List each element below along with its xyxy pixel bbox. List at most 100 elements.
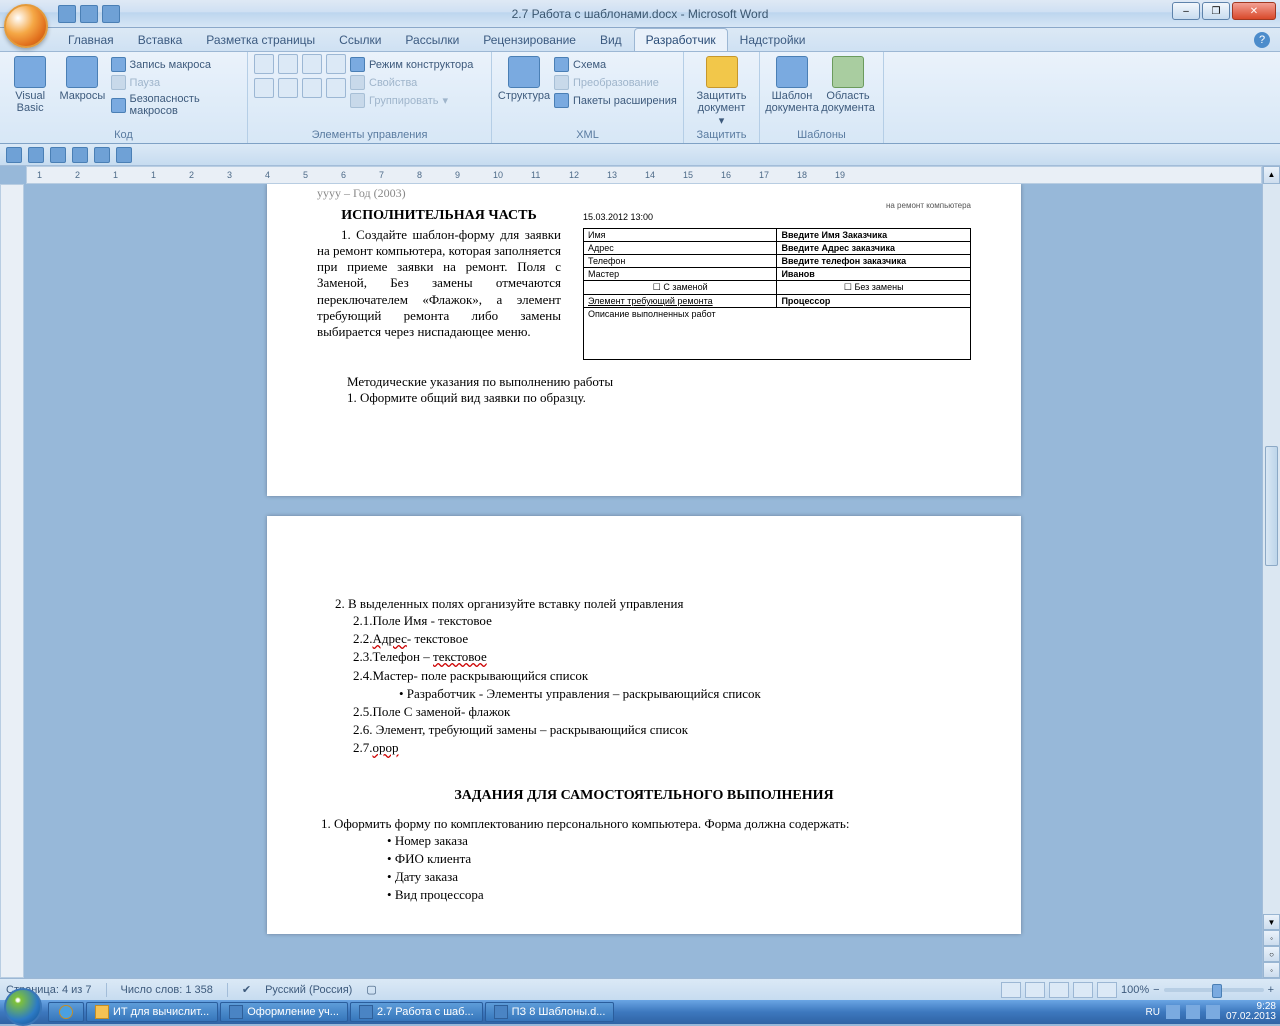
yyyy-line: yyyy – Год (2003) <box>317 184 971 201</box>
full-screen-view-icon[interactable] <box>1025 982 1045 998</box>
qat-save-icon[interactable] <box>58 5 76 23</box>
bullet-item: • Номер заказа <box>387 832 971 850</box>
system-tray: RU 9:2807.02.2013 <box>1145 1002 1276 1023</box>
horizontal-ruler[interactable]: 12112345678910111213141516171819 <box>26 166 1262 184</box>
tray-language[interactable]: RU <box>1145 1007 1159 1018</box>
macros-button[interactable]: Макросы <box>58 54 106 102</box>
tab-page-layout[interactable]: Разметка страницы <box>194 28 327 51</box>
zoom-slider[interactable] <box>1164 988 1264 992</box>
list-item: 2.4.Мастер- поле раскрывающийся список <box>353 667 971 685</box>
scroll-thumb[interactable] <box>1265 446 1278 566</box>
scroll-down-icon[interactable]: ▼ <box>1263 914 1280 930</box>
method-heading: Методические указания по выполнению рабо… <box>347 374 971 390</box>
tray-clock[interactable]: 9:2807.02.2013 <box>1226 1002 1276 1023</box>
form-sample: на ремонт компьютера 15.03.2012 13:00 Им… <box>583 201 971 360</box>
expansion-packs-button[interactable]: Пакеты расширения <box>554 92 677 109</box>
more-icon[interactable] <box>94 147 110 163</box>
group-button: Группировать ▾ <box>350 92 473 109</box>
tab-home[interactable]: Главная <box>56 28 126 51</box>
tab-mailings[interactable]: Рассылки <box>393 28 471 51</box>
status-language[interactable]: Русский (Россия) <box>265 984 352 996</box>
web-layout-view-icon[interactable] <box>1049 982 1069 998</box>
protect-document-button[interactable]: Защитить документ ▾ <box>690 54 753 127</box>
zoom-in-icon[interactable]: + <box>1268 984 1274 996</box>
title-bar: 2.7 Работа с шаблонами.docx - Microsoft … <box>0 0 1280 28</box>
group-code-label: Код <box>6 127 241 143</box>
zoom-out-icon[interactable]: − <box>1153 984 1159 996</box>
page-canvas[interactable]: yyyy – Год (2003) ИСПОЛНИТЕЛЬНАЯ ЧАСТЬ 1… <box>26 184 1262 978</box>
group-xml-label: XML <box>498 127 677 143</box>
list-item: 2.7.орор <box>353 739 971 757</box>
qat-redo-icon[interactable] <box>102 5 120 23</box>
save-icon[interactable] <box>6 147 22 163</box>
tab-addins[interactable]: Надстройки <box>728 28 818 51</box>
ribbon-tabs: Главная Вставка Разметка страницы Ссылки… <box>0 28 1280 52</box>
paragraph-task1: 1. Создайте шаблон-форму для заявки на р… <box>317 227 561 341</box>
taskbar-item[interactable]: ИТ для вычислит... <box>86 1002 218 1022</box>
vertical-ruler[interactable] <box>0 184 24 978</box>
draft-view-icon[interactable] <box>1097 982 1117 998</box>
document-area: ⌐ 12112345678910111213141516171819 yyyy … <box>0 166 1262 978</box>
tab-review[interactable]: Рецензирование <box>471 28 588 51</box>
next-page-icon[interactable]: ◦ <box>1263 962 1280 978</box>
tab-references[interactable]: Ссылки <box>327 28 393 51</box>
taskbar-item[interactable]: 2.7 Работа с шаб... <box>350 1002 483 1022</box>
taskbar-item[interactable]: Оформление уч... <box>220 1002 348 1022</box>
close-button[interactable]: ✕ <box>1232 2 1276 20</box>
redo-icon[interactable] <box>50 147 66 163</box>
group-protect-label: Защитить <box>690 127 753 143</box>
tray-volume-icon[interactable] <box>1206 1005 1220 1019</box>
transform-button: Преобразование <box>554 74 677 91</box>
record-macro-button[interactable]: Запись макроса <box>111 56 241 73</box>
visual-basic-button[interactable]: Visual Basic <box>6 54 54 114</box>
dropdown-icon[interactable] <box>116 147 132 163</box>
bullet-item: • ФИО клиента <box>387 850 971 868</box>
bullet-item: • Вид процессора <box>387 886 971 904</box>
undo-icon[interactable] <box>28 147 44 163</box>
list-lead: 2. В выделенных полях организуйте вставк… <box>317 596 971 612</box>
tab-view[interactable]: Вид <box>588 28 634 51</box>
list-item: 2.1.Поле Имя - текстовое <box>353 612 971 630</box>
browse-object-icon[interactable]: ○ <box>1263 946 1280 962</box>
quick-access-toolbar <box>58 5 120 23</box>
heading-executive: ИСПОЛНИТЕЛЬНАЯ ЧАСТЬ <box>317 207 561 225</box>
taskbar-ie[interactable] <box>48 1002 84 1022</box>
quick-print-icon[interactable] <box>72 147 88 163</box>
scroll-up-icon[interactable]: ▲ <box>1263 166 1280 184</box>
schema-button[interactable]: Схема <box>554 56 677 73</box>
macro-security-button[interactable]: Безопасность макросов <box>111 92 241 118</box>
group-controls-label: Элементы управления <box>254 127 485 143</box>
tray-icon[interactable] <box>1166 1005 1180 1019</box>
pause-button: Пауза <box>111 74 241 91</box>
print-layout-view-icon[interactable] <box>1001 982 1021 998</box>
vertical-scrollbar[interactable]: ▲ ▼ ◦ ○ ◦ <box>1262 166 1280 978</box>
tray-icon[interactable] <box>1186 1005 1200 1019</box>
zoom-level[interactable]: 100% <box>1121 984 1149 996</box>
page: yyyy – Год (2003) ИСПОЛНИТЕЛЬНАЯ ЧАСТЬ 1… <box>267 184 1021 496</box>
office-button[interactable] <box>4 4 48 48</box>
minimize-button[interactable]: – <box>1172 2 1200 20</box>
prev-page-icon[interactable]: ◦ <box>1263 930 1280 946</box>
proofing-icon[interactable]: ✔ <box>242 983 251 996</box>
heading-tasks: ЗАДАНИЯ ДЛЯ САМОСТОЯТЕЛЬНОГО ВЫПОЛНЕНИЯ <box>317 788 971 804</box>
status-words[interactable]: Число слов: 1 358 <box>121 984 213 996</box>
controls-gallery[interactable] <box>254 54 346 98</box>
document-area-button[interactable]: Область документа <box>822 54 874 114</box>
tab-developer[interactable]: Разработчик <box>634 28 728 51</box>
outline-view-icon[interactable] <box>1073 982 1093 998</box>
taskbar-item[interactable]: ПЗ 8 Шаблоны.d... <box>485 1002 615 1022</box>
restore-button[interactable]: ❐ <box>1202 2 1230 20</box>
page: 2. В выделенных полях организуйте вставк… <box>267 516 1021 934</box>
list-item: 2.6. Элемент, требующий замены – раскрыв… <box>353 721 971 739</box>
properties-button: Свойства <box>350 74 473 91</box>
document-template-button[interactable]: Шаблон документа <box>766 54 818 114</box>
method-item-1: 1. Оформите общий вид заявки по образцу. <box>347 390 971 406</box>
structure-button[interactable]: Структура <box>498 54 550 102</box>
track-changes-icon[interactable]: ▢ <box>366 983 376 996</box>
qat-undo-icon[interactable] <box>80 5 98 23</box>
start-button[interactable] <box>4 988 42 1026</box>
tab-insert[interactable]: Вставка <box>126 28 195 51</box>
help-icon[interactable]: ? <box>1254 32 1270 48</box>
design-mode-button[interactable]: Режим конструктора <box>350 56 473 73</box>
list-item: 2.5.Поле С заменой- флажок <box>353 703 971 721</box>
